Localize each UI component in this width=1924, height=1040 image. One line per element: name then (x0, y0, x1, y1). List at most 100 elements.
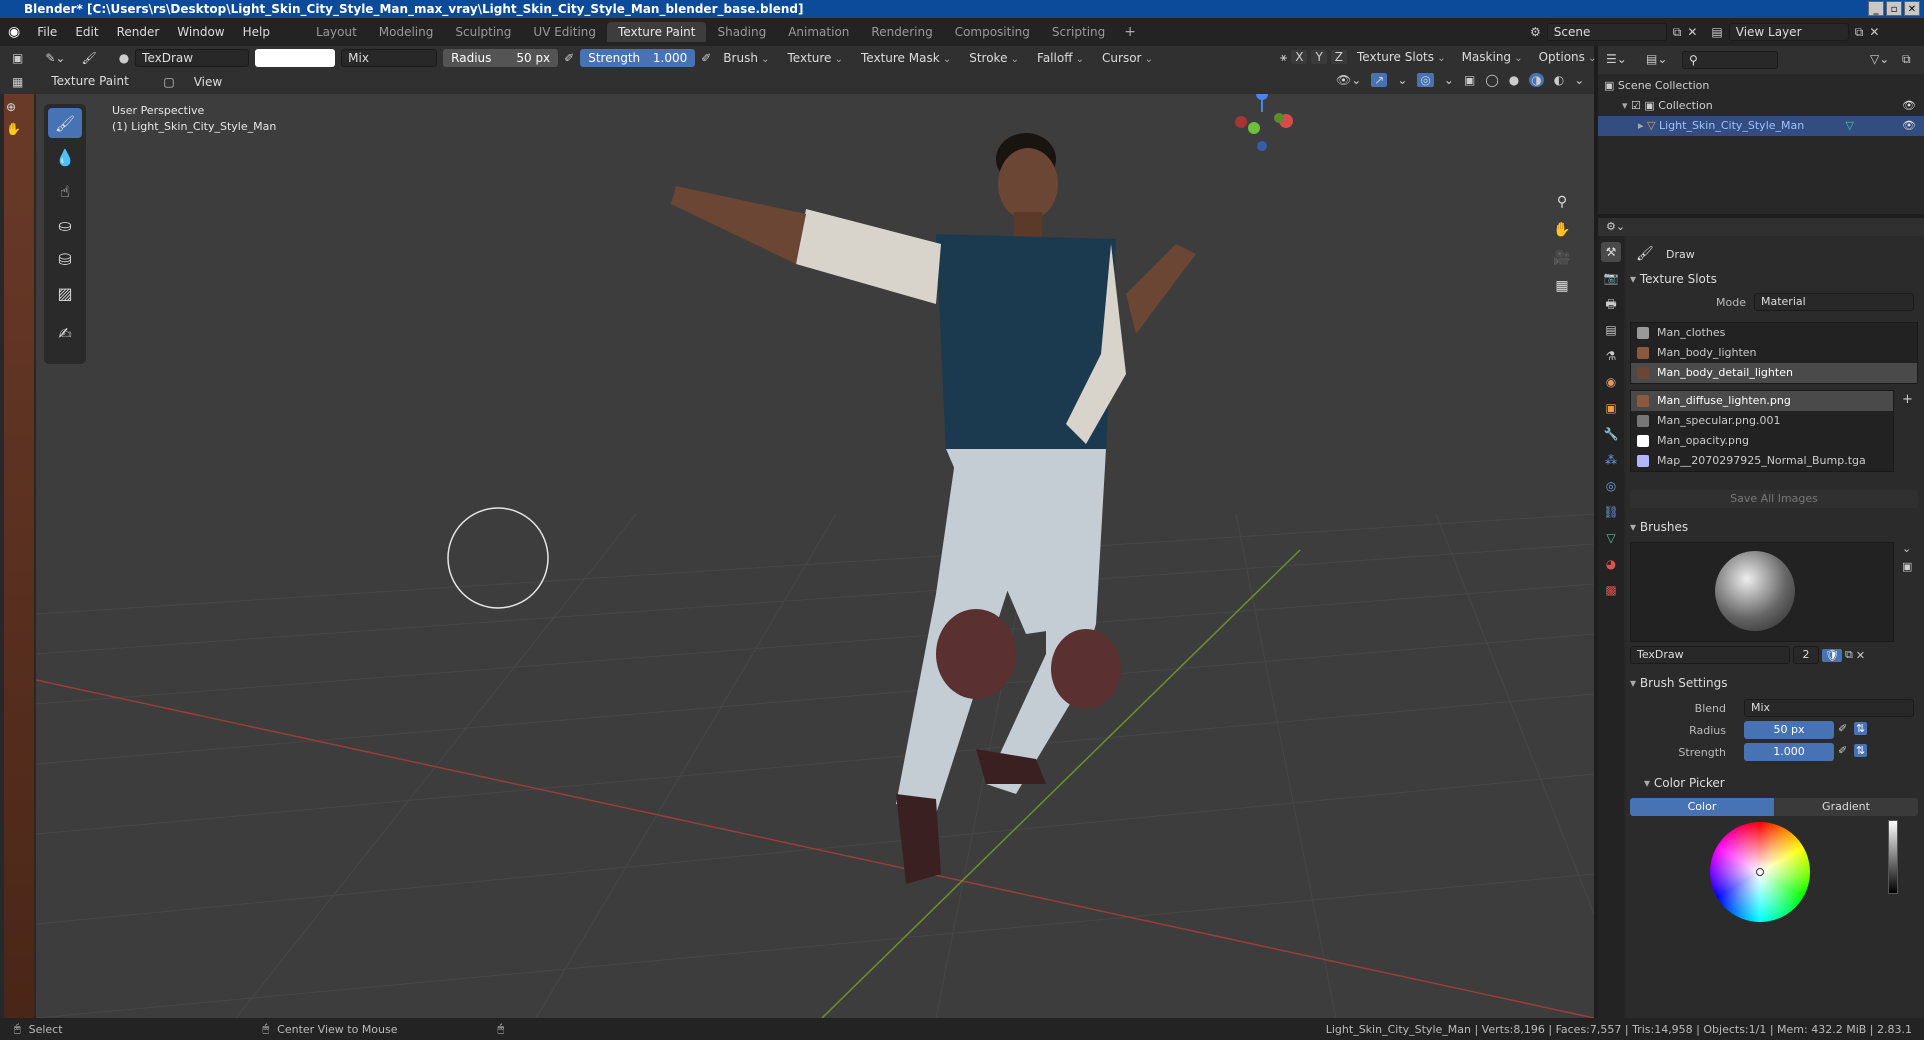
radius-slider[interactable]: 50 px (1744, 721, 1834, 739)
radius-pressure-icon[interactable]: ✐ (564, 51, 574, 65)
brush-users-count[interactable]: 2 (1793, 646, 1819, 664)
brush-list-dropdown-icon[interactable]: ⌄ (1902, 542, 1911, 555)
image-slot-row[interactable]: Man_diffuse_lighten.png (1631, 391, 1893, 411)
radius-unit-icon[interactable]: ⇅ (1854, 722, 1868, 735)
radius-pressure-icon[interactable]: ✐ (1838, 722, 1847, 735)
mask-tool-icon[interactable]: ▨ (48, 278, 82, 308)
solid-shading-icon[interactable]: ● (1509, 73, 1519, 87)
tool-mode-icon[interactable]: ✎⌄ (45, 51, 65, 65)
tab-sculpting[interactable]: Sculpting (444, 22, 522, 42)
falloff-dropdown[interactable]: Falloff (1031, 50, 1090, 66)
strength-field[interactable]: Strength 1.000 (580, 49, 696, 67)
menu-edit[interactable]: Edit (66, 25, 107, 39)
world-tab-icon[interactable]: ◉ (1601, 372, 1621, 392)
brush-name-input[interactable]: TexDraw (1630, 646, 1790, 664)
view-layer-icon[interactable]: ▤ (1711, 25, 1722, 39)
close-button[interactable]: ✕ (1904, 1, 1920, 16)
brushes-panel-header[interactable]: Brushes (1630, 516, 1688, 538)
zoom-view-icon[interactable]: ⊕ (6, 100, 16, 114)
brush-settings-panel-header[interactable]: Brush Settings (1630, 672, 1728, 694)
brush-name-field[interactable]: TexDraw (135, 49, 250, 67)
scene-collection-row[interactable]: ▣ Scene Collection (1598, 76, 1924, 96)
strength-slider[interactable]: 1.000 (1744, 743, 1834, 761)
add-texture-slot-icon[interactable]: + (1902, 392, 1913, 407)
texture-tab-icon[interactable]: ▩ (1601, 580, 1621, 600)
visibility-icon[interactable]: 👁⌄ (1336, 73, 1361, 87)
menu-help[interactable]: Help (234, 25, 279, 39)
output-tab-icon[interactable]: 🖶 (1601, 294, 1621, 314)
particles-tab-icon[interactable]: ⁂ (1601, 450, 1621, 470)
overlays-icon[interactable]: ◎ (1417, 73, 1434, 87)
fake-user-icon[interactable]: 🛡 (1822, 648, 1842, 662)
brush-tool-icon[interactable]: 🖌 (81, 51, 96, 65)
blender-logo-icon[interactable]: ◉ (0, 24, 28, 40)
new-scene-icon[interactable]: ⧉ (1673, 25, 1682, 40)
image-slot-row[interactable]: Map__2070297925_Normal_Bump.tga (1631, 451, 1893, 471)
scene-icon[interactable]: ⚙ (1530, 25, 1541, 39)
add-workspace-icon[interactable]: + (1116, 24, 1144, 40)
value-slider[interactable] (1888, 820, 1898, 894)
wireframe-shading-icon[interactable]: ◯ (1485, 73, 1498, 87)
blend-select[interactable]: Mix (1744, 699, 1914, 717)
scene-selector[interactable]: Scene (1546, 23, 1667, 41)
strength-pressure-icon[interactable]: ✐ (701, 51, 711, 65)
brush-preview-icon[interactable]: ● (119, 51, 129, 65)
brush-dropdown[interactable]: Brush (717, 50, 775, 66)
axis-y-toggle[interactable]: Y (1311, 50, 1327, 64)
overlays-dropdown-icon[interactable]: ⌄ (1444, 73, 1454, 87)
strength-pressure-icon[interactable]: ✐ (1838, 744, 1847, 757)
object-tab-icon[interactable]: ▣ (1601, 398, 1621, 418)
modifier-tab-icon[interactable]: 🔧 (1601, 424, 1621, 444)
radius-field[interactable]: Radius 50 px (443, 49, 559, 67)
render-tab-icon[interactable]: 📷 (1601, 268, 1621, 288)
view-layer-selector[interactable]: View Layer (1728, 23, 1849, 41)
image-slot-row[interactable]: Man_opacity.png (1631, 431, 1893, 451)
tool-tab-icon[interactable]: ⚒ (1601, 242, 1621, 262)
xray-icon[interactable]: ▣ (1464, 73, 1475, 87)
menu-file[interactable]: File (28, 25, 66, 39)
color-tab[interactable]: Color (1630, 798, 1774, 816)
color-wheel[interactable] (1710, 822, 1810, 922)
pan-view-icon[interactable]: ✋ (6, 122, 21, 136)
masking-dropdown[interactable]: Masking (1456, 49, 1529, 65)
pan-hand-icon[interactable]: ✋ (1550, 218, 1574, 242)
display-mode-icon[interactable]: ▤⌄ (1646, 52, 1667, 66)
navigation-gizmo[interactable] (1235, 94, 1293, 151)
cursor-dropdown[interactable]: Cursor (1096, 50, 1159, 66)
camera-icon[interactable]: 🎥 (1550, 246, 1574, 270)
tab-compositing[interactable]: Compositing (944, 22, 1041, 42)
menu-window[interactable]: Window (168, 25, 233, 39)
texture-slots-dropdown[interactable]: Texture Slots (1351, 49, 1452, 65)
gradient-tab[interactable]: Gradient (1774, 798, 1918, 816)
tab-animation[interactable]: Animation (777, 22, 860, 42)
constraints-tab-icon[interactable]: ⛓ (1601, 502, 1621, 522)
brush-preview-box[interactable] (1630, 542, 1894, 642)
collection-checkbox[interactable]: ☑ (1631, 99, 1644, 112)
delete-scene-icon[interactable]: ✕ (1687, 25, 1697, 39)
smear-tool-icon[interactable]: ☝ (48, 176, 82, 206)
tab-layout[interactable]: Layout (305, 22, 368, 42)
tab-modeling[interactable]: Modeling (368, 22, 445, 42)
object-expand-icon[interactable]: ▸ (1638, 119, 1647, 132)
tab-uv-editing[interactable]: UV Editing (522, 22, 607, 42)
fill-tool-icon[interactable]: ⛁ (48, 244, 82, 274)
symmetry-icon[interactable]: ⚹ (1280, 50, 1287, 65)
outliner-editor-icon[interactable]: ☰⌄ (1606, 52, 1627, 66)
menu-render[interactable]: Render (108, 25, 169, 39)
stroke-dropdown[interactable]: Stroke (963, 50, 1025, 66)
new-view-layer-icon[interactable]: ⧉ (1855, 25, 1864, 40)
editor-type-icon[interactable]: ▣ (12, 51, 23, 65)
new-collection-icon[interactable]: ⧉ (1902, 52, 1911, 67)
texture-dropdown[interactable]: Texture (782, 50, 850, 66)
mode-selector[interactable]: Texture Paint (45, 73, 156, 91)
color-swatch[interactable] (255, 49, 336, 67)
physics-tab-icon[interactable]: ◎ (1601, 476, 1621, 496)
view-layer-tab-icon[interactable]: ▤ (1601, 320, 1621, 340)
axis-z-toggle[interactable]: Z (1330, 50, 1348, 64)
gizmo-icon[interactable]: ↗ (1371, 73, 1388, 87)
image-slot-row[interactable]: Man_specular.png.001 (1631, 411, 1893, 431)
collection-row[interactable]: ▾ ☑ ▣ Collection 👁 (1598, 96, 1924, 116)
shading-dropdown-icon[interactable]: ⌄ (1574, 73, 1584, 87)
3d-viewport[interactable]: User Perspective (1) Light_Skin_City_Sty… (36, 94, 1594, 1018)
filter-icon[interactable]: ▽⌄ (1870, 52, 1889, 66)
